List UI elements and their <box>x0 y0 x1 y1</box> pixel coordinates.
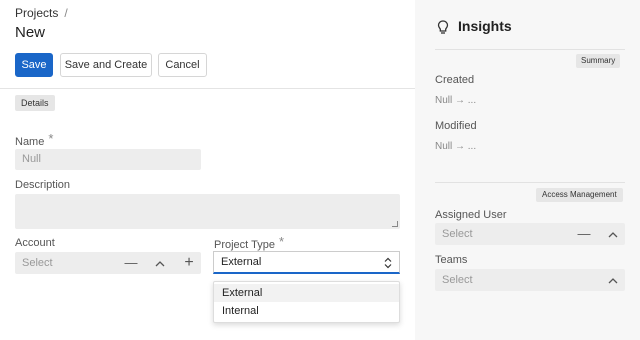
project-type-value: External <box>221 256 262 268</box>
main-panel: Projects / New Save Save and Create Cance… <box>0 0 415 340</box>
project-type-option-internal[interactable]: Internal <box>214 302 399 320</box>
created-value: Null → ... <box>435 95 477 106</box>
project-type-required-mark: * <box>278 234 285 249</box>
assigned-user-toggle-button[interactable] <box>605 226 621 242</box>
breadcrumb: Projects / <box>15 6 68 20</box>
project-type-select[interactable]: External <box>213 251 400 274</box>
plus-icon: + <box>184 254 194 271</box>
save-button[interactable]: Save <box>15 53 53 77</box>
up-down-chevron-icon <box>384 257 392 269</box>
account-toggle-button[interactable] <box>152 255 168 271</box>
minus-icon: — <box>577 226 591 241</box>
account-label: Account <box>15 237 55 249</box>
lightbulb-icon <box>437 20 449 34</box>
project-type-dropdown: External Internal <box>213 281 400 323</box>
project-type-label-text: Project Type <box>214 239 275 251</box>
toolbar-divider <box>0 88 415 89</box>
teams-toggle-button[interactable] <box>605 272 621 288</box>
description-label: Description <box>15 179 71 191</box>
summary-divider <box>435 49 625 50</box>
account-select[interactable]: Select <box>15 252 201 274</box>
modified-value: Null → ... <box>435 141 477 152</box>
save-and-create-button[interactable]: Save and Create <box>60 53 152 77</box>
project-type-label: Project Type * <box>214 234 285 251</box>
summary-tag: Summary <box>576 54 621 68</box>
access-divider <box>435 182 625 183</box>
cancel-button[interactable]: Cancel <box>158 53 207 77</box>
modified-label: Modified <box>435 120 477 132</box>
created-label: Created <box>435 74 475 86</box>
breadcrumb-separator: / <box>64 6 68 20</box>
page-title: New <box>15 24 46 41</box>
description-textarea[interactable] <box>15 194 400 229</box>
chevron-up-icon <box>155 261 165 267</box>
minus-icon: — <box>124 255 138 270</box>
breadcrumb-projects-link[interactable]: Projects <box>15 6 58 20</box>
assigned-user-label: Assigned User <box>435 209 507 221</box>
chevron-up-icon <box>608 278 618 284</box>
add-account-button[interactable]: + <box>181 255 197 271</box>
clear-account-button[interactable]: — <box>123 255 139 271</box>
assigned-user-select[interactable]: Select <box>435 223 625 245</box>
name-label: Name * <box>15 131 54 148</box>
insights-title: Insights <box>458 18 512 34</box>
access-management-tag: Access Management <box>536 188 623 202</box>
teams-label: Teams <box>435 254 468 266</box>
chevron-up-icon <box>608 232 618 238</box>
clear-assigned-user-button[interactable]: — <box>576 226 592 242</box>
resize-handle[interactable] <box>392 221 398 227</box>
name-required-mark: * <box>48 131 54 146</box>
teams-select[interactable]: Select <box>435 269 625 291</box>
name-field[interactable]: Null <box>15 149 201 170</box>
name-label-text: Name <box>15 136 45 148</box>
project-type-option-external[interactable]: External <box>214 284 399 302</box>
details-tag: Details <box>15 95 55 111</box>
